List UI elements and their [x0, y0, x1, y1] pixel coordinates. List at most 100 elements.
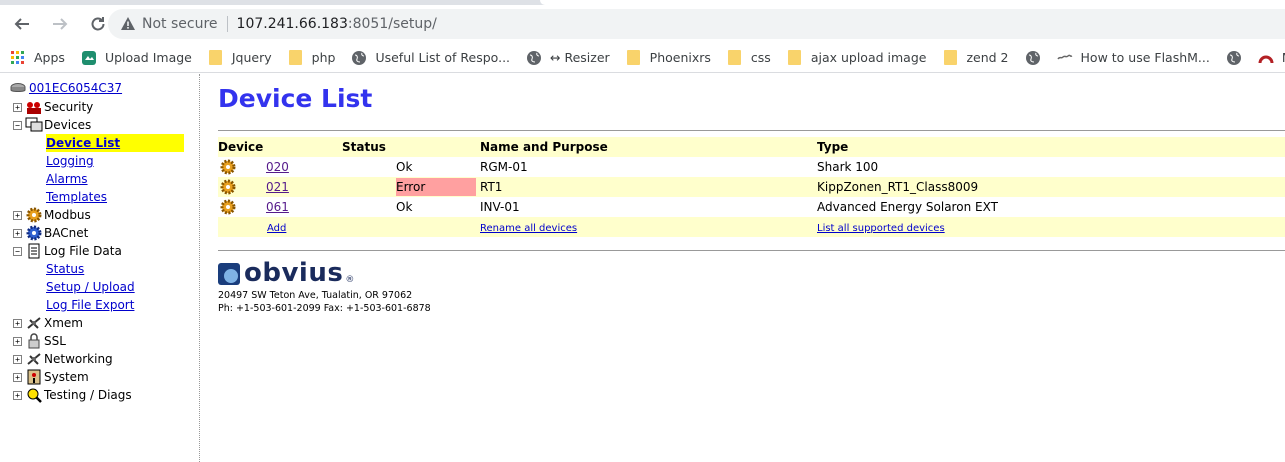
phone-fax-line: Ph: +1-503-601-2099 Fax: +1-503-601-6878	[218, 303, 431, 314]
expand-icon[interactable]: +	[13, 210, 22, 220]
sidebar-item-log-file-export[interactable]: Log File Export	[46, 296, 134, 314]
tree-node-system[interactable]: + System	[13, 368, 89, 386]
table-footer-row: Add Rename all devices List all supporte…	[218, 217, 1285, 237]
bookmark-item[interactable]: Apps	[10, 50, 65, 66]
tree-node-devices[interactable]: − Devices	[13, 116, 91, 134]
security-label[interactable]: Not secure	[142, 16, 218, 32]
sidebar-item-setup-upload[interactable]: Setup / Upload	[46, 278, 135, 296]
divider	[226, 16, 228, 32]
bookmark-item[interactable]: Useful List of Respo...	[351, 50, 510, 66]
tree-node-bacnet[interactable]: + BACnet	[13, 224, 88, 242]
warning-icon	[121, 17, 135, 30]
status-error-badge: Error	[396, 178, 476, 196]
sidebar-item-templates[interactable]: Templates	[46, 188, 107, 206]
back-button[interactable]	[6, 8, 38, 40]
expand-icon[interactable]: +	[13, 372, 22, 382]
obvius-logo-mark-icon	[218, 263, 240, 285]
list-supported-devices-link[interactable]: List all supported devices	[817, 223, 945, 234]
system-panel-icon	[25, 369, 43, 385]
tree-root: 001EC6054C37	[10, 81, 122, 95]
folder-icon	[288, 50, 304, 66]
column-header-type: Type	[817, 137, 1285, 157]
table-row: 021 Error RT1 KippZonen_RT1_Class8009	[218, 177, 1285, 197]
bookmark-item[interactable]: Jquery	[208, 50, 272, 66]
column-header-name: Name and Purpose	[480, 137, 817, 157]
collapse-icon[interactable]: −	[13, 246, 22, 256]
device-list-link[interactable]: Device List	[46, 136, 120, 150]
globe-icon	[526, 50, 542, 66]
bookmark-item[interactable]: ajax upload image	[787, 50, 926, 66]
tree-node-ssl[interactable]: + SSL	[13, 332, 66, 350]
tree-node-networking[interactable]: + Networking	[13, 350, 113, 368]
device-id-link[interactable]: 020	[266, 160, 289, 174]
network-icon	[25, 351, 43, 367]
folder-icon	[787, 50, 803, 66]
bookmark-item[interactable]	[1226, 50, 1250, 66]
logging-link[interactable]: Logging	[46, 154, 94, 168]
tree-node-log-file-data[interactable]: − Log File Data	[13, 242, 122, 260]
document-icon	[25, 243, 43, 259]
bookmark-item[interactable]	[1025, 50, 1049, 66]
tree-node-modbus[interactable]: + Modbus	[13, 206, 91, 224]
registered-mark: ®	[345, 275, 355, 285]
bookmark-label: ↔ Resizer	[550, 50, 610, 65]
address-line: 20497 SW Teton Ave, Tualatin, OR 97062	[218, 290, 413, 301]
column-header-device: Device	[218, 137, 342, 157]
globe-icon	[351, 50, 367, 66]
bookmark-item[interactable]: ↔ Resizer	[526, 50, 610, 66]
templates-link[interactable]: Templates	[46, 190, 107, 204]
monitors-icon	[25, 117, 43, 133]
bookmark-item[interactable]: Upload Image	[81, 50, 192, 66]
device-id-link[interactable]: 021	[266, 180, 289, 194]
tree-label: Security	[44, 100, 94, 114]
users-icon	[25, 99, 43, 115]
bookmark-item[interactable]: Phoenixrs	[626, 50, 711, 66]
company-address: 20497 SW Teton Ave, Tualatin, OR 97062 P…	[218, 289, 1285, 315]
device-name: RT1	[480, 177, 817, 197]
bookmark-item[interactable]: How to use FlashM...	[1056, 50, 1210, 66]
forward-button[interactable]	[44, 8, 76, 40]
sidebar-item-logging[interactable]: Logging	[46, 152, 94, 170]
tree-node-testing-diags[interactable]: + Testing / Diags	[13, 386, 132, 404]
status-link[interactable]: Status	[46, 262, 84, 276]
expand-icon[interactable]: +	[13, 354, 22, 364]
device-name: INV-01	[480, 200, 520, 214]
log-file-export-link[interactable]: Log File Export	[46, 298, 134, 312]
globe-icon	[1025, 50, 1041, 66]
tree-label: Networking	[44, 352, 113, 366]
sidebar-item-status[interactable]: Status	[46, 260, 84, 278]
device-id-link[interactable]: 061	[266, 200, 289, 214]
expand-icon[interactable]: +	[13, 102, 22, 112]
bookmark-item[interactable]: zend 2	[942, 50, 1009, 66]
expand-icon[interactable]: +	[13, 318, 22, 328]
device-type: Advanced Energy Solaron EXT	[817, 200, 998, 214]
address-bar[interactable]: Not secure 107.241.66.183:8051/setup/	[108, 9, 1285, 39]
sidebar-item-device-list[interactable]: Device List	[46, 134, 184, 152]
table-header: Device Status Name and Purpose Type	[218, 137, 1285, 157]
expand-icon[interactable]: +	[13, 336, 22, 346]
sidebar-item-alarms[interactable]: Alarms	[46, 170, 88, 188]
tree-node-xmem[interactable]: + Xmem	[13, 314, 83, 332]
tree-node-security[interactable]: + Security	[13, 98, 93, 116]
bookmark-item[interactable]: My page - Redmine	[1258, 50, 1285, 66]
setup-upload-link[interactable]: Setup / Upload	[46, 280, 135, 294]
expand-icon[interactable]: +	[13, 228, 22, 238]
bookmark-item[interactable]: php	[288, 50, 335, 66]
bookmark-label: Jquery	[231, 50, 272, 65]
bookmarks-bar: Apps Upload Image Jquery php Useful List of …	[0, 43, 1285, 73]
expand-icon[interactable]: +	[13, 390, 22, 400]
root-device-link[interactable]: 001EC6054C37	[29, 81, 122, 95]
collapse-icon[interactable]: −	[13, 120, 22, 130]
bookmark-label: Upload Image	[104, 50, 192, 65]
alarms-link[interactable]: Alarms	[46, 172, 88, 186]
tree-label: Xmem	[44, 316, 83, 330]
forward-arrow-icon	[53, 18, 68, 30]
back-arrow-icon	[14, 18, 29, 30]
status-text: Ok	[396, 200, 413, 214]
lock-icon	[25, 333, 43, 349]
bookmark-item[interactable]: css	[727, 50, 771, 66]
add-device-link[interactable]: Add	[267, 223, 286, 234]
device-table: Device Status Name and Purpose Type 020 …	[218, 137, 1285, 237]
tree-label: BACnet	[44, 226, 89, 240]
rename-all-devices-link[interactable]: Rename all devices	[480, 223, 577, 234]
